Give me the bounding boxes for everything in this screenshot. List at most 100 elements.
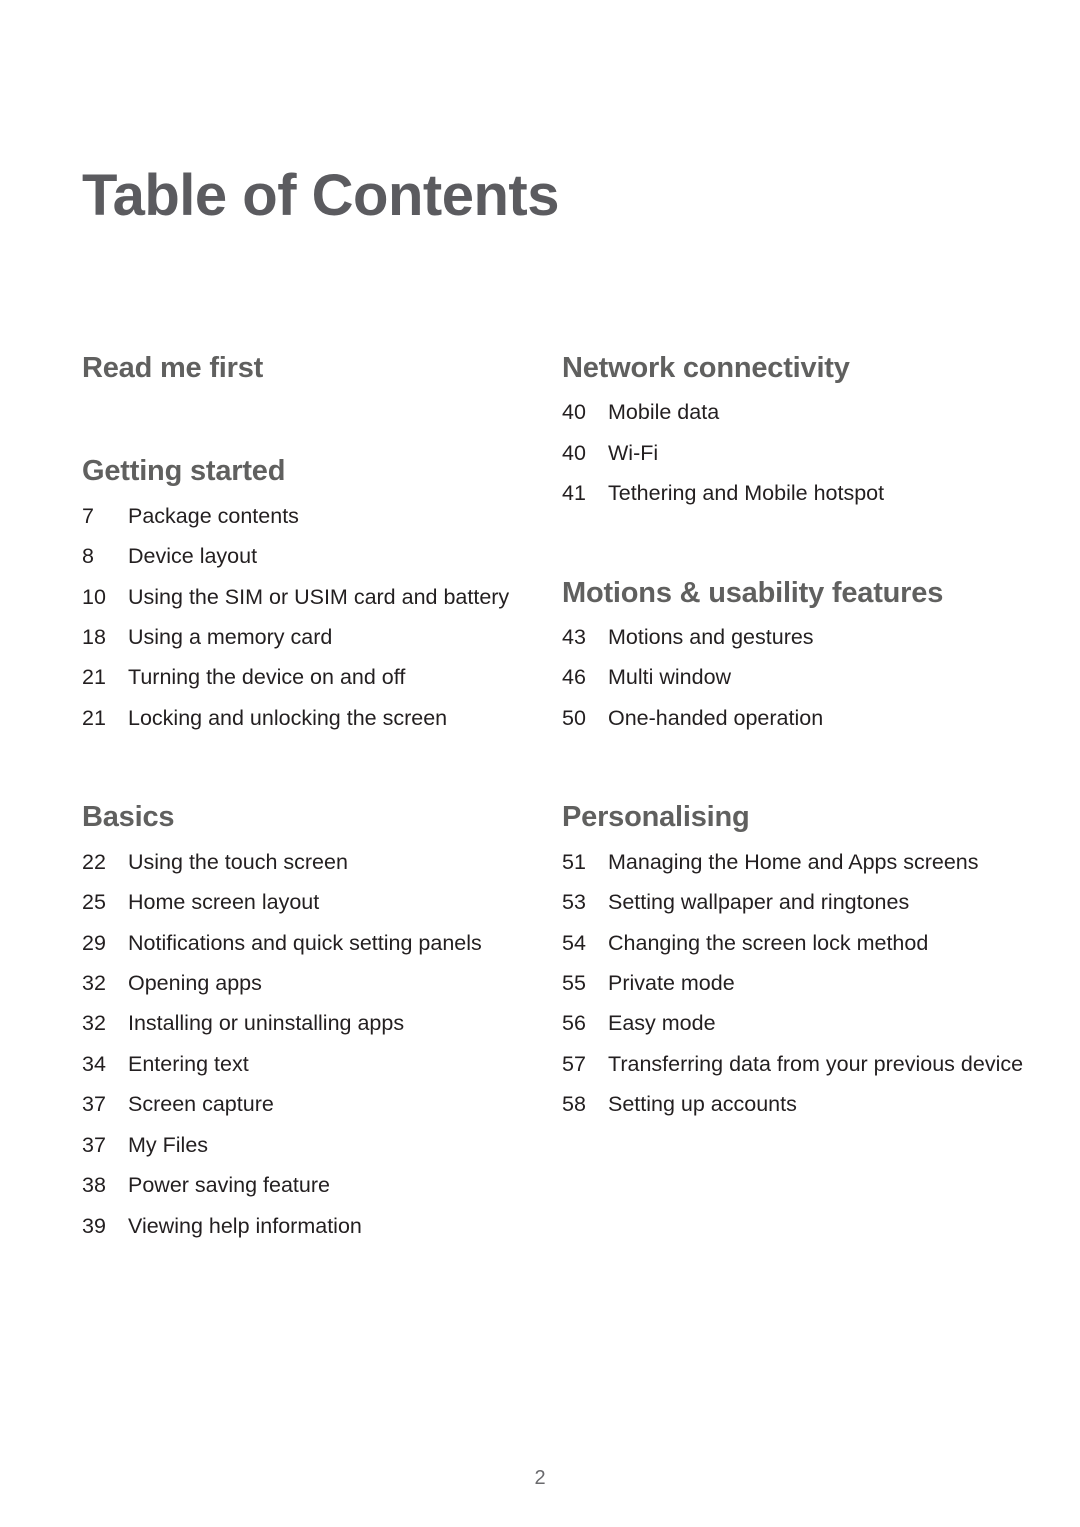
toc-entry[interactable]: 21 Turning the device on and off (82, 664, 542, 690)
toc-entry[interactable]: 7 Package contents (82, 503, 542, 529)
toc-entry-page-number: 43 (562, 625, 586, 649)
toc-entry[interactable]: 50 One-handed operation (562, 705, 1040, 731)
toc-section-heading[interactable]: Read me first (82, 352, 542, 385)
toc-entry[interactable]: 8 Device layout (82, 543, 542, 569)
toc-entry[interactable]: 43 Motions and gestures (562, 624, 1040, 650)
toc-entry[interactable]: 40 Wi-Fi (562, 440, 1040, 466)
toc-section-heading[interactable]: Getting started (82, 455, 542, 488)
toc-entry-title: Tethering and Mobile hotspot (608, 481, 885, 506)
toc-entry-title: Device layout (128, 544, 258, 569)
toc-entry-page-number: 39 (82, 1213, 106, 1238)
toc-entry-title: Multi window (608, 665, 732, 690)
toc-entry[interactable]: 18 Using a memory card (82, 624, 542, 650)
toc-column-left: Read me first Getting started 7 Package con… (0, 352, 562, 1239)
toc-entry-title: Viewing help information (128, 1213, 362, 1238)
toc-entry-page-number: 37 (82, 1092, 106, 1117)
toc-page: Table of Contents Read me first Getting s… (0, 0, 1080, 1527)
toc-entry[interactable]: 32 Opening apps (82, 970, 542, 996)
toc-entry-title: Changing the screen lock method (608, 930, 929, 955)
toc-entry-page-number: 21 (82, 665, 106, 690)
toc-entry-title: Installing or uninstalling apps (128, 1011, 405, 1036)
toc-entry[interactable]: 32 Installing or uninstalling apps (82, 1010, 542, 1036)
toc-entry-page-number: 55 (562, 970, 586, 995)
toc-entry-page-number: 22 (82, 849, 106, 874)
toc-entry-title: Entering text (128, 1051, 249, 1076)
toc-entry[interactable]: 39 Viewing help information (82, 1213, 542, 1239)
toc-section: Motions & usability features 43 Motions an… (562, 577, 1040, 732)
toc-entry-page-number: 40 (562, 440, 586, 465)
toc-columns: Read me first Getting started 7 Package con… (0, 352, 1080, 1239)
toc-section: Getting started 7 Package contents 8 Device … (82, 455, 542, 731)
toc-section: Read me first (82, 352, 542, 385)
toc-entry-title: Opening apps (128, 970, 262, 995)
toc-entry[interactable]: 34 Entering text (82, 1051, 542, 1077)
toc-entry[interactable]: 41 Tethering and Mobile hotspot (562, 480, 1040, 506)
toc-entry-title: Mobile data (608, 400, 720, 425)
toc-entry-list: 43 Motions and gestures 46 Multi window 50 On… (562, 624, 1040, 731)
toc-entry-title: Screen capture (128, 1092, 274, 1117)
toc-entry[interactable]: 58 Setting up accounts (562, 1091, 1040, 1117)
toc-entry-title: Using a memory card (128, 625, 333, 649)
toc-entry-list: 40 Mobile data 40 Wi-Fi 41 Tethering and Mobi… (562, 399, 1040, 506)
toc-section: Basics 22 Using the touch screen 25 Home scr… (82, 801, 542, 1239)
toc-entry[interactable]: 56 Easy mode (562, 1010, 1040, 1036)
toc-entry-title: Setting up accounts (608, 1092, 797, 1117)
toc-column-right: Network connectivity 40 Mobile data 40 Wi-Fi… (562, 352, 1080, 1118)
toc-entry-title: Power saving feature (128, 1173, 330, 1198)
toc-entry[interactable]: 25 Home screen layout (82, 889, 542, 915)
toc-entry-page-number: 50 (562, 705, 586, 730)
toc-entry-title: One-handed operation (608, 705, 824, 730)
toc-entry-title: Motions and gestures (608, 625, 814, 649)
toc-entry-title: Using the SIM or USIM card and battery (128, 584, 510, 609)
toc-entry-title: Easy mode (608, 1011, 716, 1036)
toc-entry-page-number: 46 (562, 665, 586, 690)
toc-entry-page-number: 58 (562, 1092, 586, 1117)
toc-section-heading[interactable]: Motions & usability features (562, 577, 1040, 610)
page-number: 2 (534, 1467, 546, 1489)
toc-entry-page-number: 21 (82, 705, 106, 730)
toc-entry-list: 51 Managing the Home and Apps screens 53 Se… (562, 849, 1040, 1118)
toc-section-heading[interactable]: Personalising (562, 801, 1040, 834)
toc-entry-list: 22 Using the touch screen 25 Home screen la… (82, 849, 542, 1239)
toc-entry-page-number: 25 (82, 890, 106, 915)
toc-entry-page-number: 51 (562, 849, 586, 874)
toc-entry[interactable]: 22 Using the touch screen (82, 849, 542, 875)
toc-entry-title: Home screen layout (128, 890, 320, 915)
toc-section-heading[interactable]: Network connectivity (562, 352, 1040, 385)
toc-entry-title: Transferring data from your previous dev… (608, 1051, 1024, 1076)
toc-entry-page-number: 53 (562, 890, 586, 915)
toc-entry[interactable]: 54 Changing the screen lock method (562, 930, 1040, 956)
toc-entry[interactable]: 21 Locking and unlocking the screen (82, 705, 542, 731)
toc-entry-page-number: 32 (82, 1011, 106, 1036)
page-title: Table of Contents (82, 162, 559, 228)
toc-entry[interactable]: 37 Screen capture (82, 1091, 542, 1117)
toc-entry[interactable]: 37 My Files (82, 1132, 542, 1158)
toc-entry-title: Package contents (128, 503, 299, 528)
toc-entry-page-number: 29 (82, 930, 106, 955)
toc-entry-page-number: 34 (82, 1051, 106, 1076)
toc-entry[interactable]: 29 Notifications and quick setting panels (82, 930, 542, 956)
toc-entry-page-number: 38 (82, 1173, 106, 1198)
toc-section-heading[interactable]: Basics (82, 801, 542, 834)
toc-entry-page-number: 8 (82, 544, 94, 569)
toc-entry-page-number: 7 (82, 503, 94, 528)
toc-entry[interactable]: 55 Private mode (562, 970, 1040, 996)
toc-entry[interactable]: 46 Multi window (562, 664, 1040, 690)
toc-entry-title: Private mode (608, 970, 735, 995)
toc-entry-page-number: 56 (562, 1011, 586, 1036)
toc-entry-title: Using the touch screen (128, 849, 348, 874)
toc-entry-title: Managing the Home and Apps screens (608, 849, 979, 874)
toc-entry[interactable]: 53 Setting wallpaper and ringtones (562, 889, 1040, 915)
toc-entry-title: Notifications and quick setting panels (128, 930, 482, 955)
toc-entry[interactable]: 40 Mobile data (562, 399, 1040, 425)
toc-entry-title: Locking and unlocking the screen (128, 705, 448, 730)
toc-entry-title: Turning the device on and off (128, 665, 406, 690)
toc-entry-page-number: 32 (82, 970, 106, 995)
toc-entry-title: Setting wallpaper and ringtones (608, 890, 910, 915)
toc-entry[interactable]: 57 Transferring data from your previous d… (562, 1051, 1040, 1077)
toc-entry[interactable]: 10 Using the SIM or USIM card and battery (82, 584, 542, 610)
toc-entry[interactable]: 51 Managing the Home and Apps screens (562, 849, 1040, 875)
toc-entry[interactable]: 38 Power saving feature (82, 1172, 542, 1198)
toc-entry-page-number: 41 (562, 481, 586, 506)
toc-entry-title: My Files (128, 1132, 209, 1157)
